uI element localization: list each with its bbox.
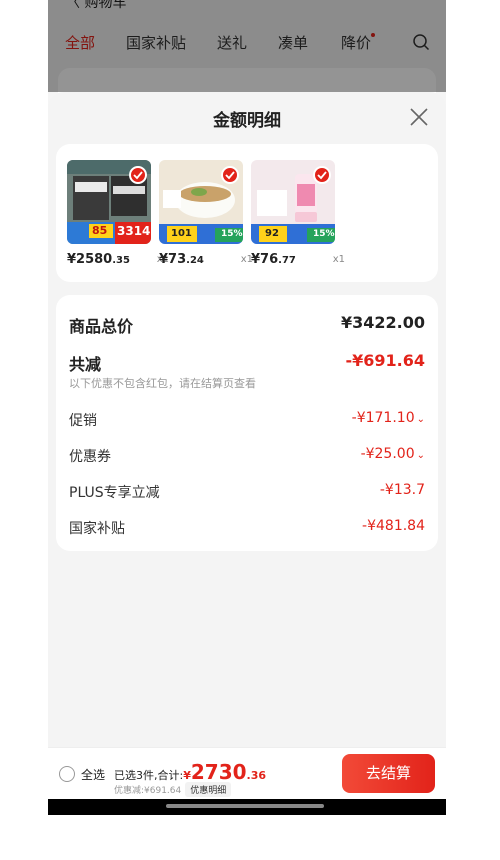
reduce-label: 共减 — [69, 355, 102, 374]
price-decimal: .35 — [112, 255, 130, 266]
phone-screen: 〈 购物车 全部 国家补贴 送礼 凑单 降价 金额明细 85 3314 ¥258… — [48, 0, 446, 815]
discount-summary: 优惠减:¥691.64 优惠明细 — [114, 782, 232, 797]
total-row: 商品总价 ¥3422.00 — [69, 313, 425, 336]
chevron-down-icon: ⌄ — [416, 414, 425, 425]
selected-check-icon — [313, 166, 331, 184]
product-price-row: ¥2580.35 x1 — [67, 252, 169, 272]
selected-check-icon — [221, 166, 239, 184]
promo-row[interactable]: 促销 -¥171.10 ⌄ — [69, 410, 425, 430]
coupon-label: 优惠券 — [69, 449, 111, 465]
promo-value: -¥171.10 — [351, 410, 415, 426]
price-integer: ¥73 — [159, 252, 187, 267]
badge-small: 15% — [313, 229, 335, 239]
badge-price: 3314 — [117, 224, 151, 238]
price-decimal: .77 — [278, 255, 296, 266]
subsidy-label: 国家补贴 — [69, 521, 125, 537]
product-price-row: ¥76.77 x1 — [251, 252, 345, 272]
dim-overlay[interactable] — [48, 0, 446, 92]
product-item[interactable]: 85 3314 ¥2580.35 x1 — [67, 160, 169, 267]
total-integer: 2730 — [190, 760, 247, 784]
select-all-radio[interactable] — [59, 766, 75, 782]
price-summary-card: 商品总价 ¥3422.00 共减 -¥691.64 以下优惠不包含红包，请在结算… — [56, 295, 438, 551]
product-image: 92 15% — [251, 160, 335, 244]
price-integer: ¥76 — [251, 252, 279, 267]
products-card: 85 3314 ¥2580.35 x1 101 15% ¥73.24 x1 92… — [56, 144, 438, 282]
promo-label: 促销 — [69, 413, 97, 429]
total-label: 商品总价 — [69, 317, 134, 336]
discount-text: 优惠减:¥691.64 — [114, 786, 182, 796]
reduce-note: 以下优惠不包含红包，请在结算页查看 — [69, 377, 256, 390]
discount-detail-button[interactable]: 优惠明细 — [185, 782, 232, 797]
total-value: ¥3422.00 — [340, 313, 425, 332]
badge-small: 85 — [92, 224, 108, 237]
product-item[interactable]: 92 15% ¥76.77 x1 — [251, 160, 345, 267]
product-image: 101 15% — [159, 160, 243, 244]
price-decimal: .24 — [186, 255, 204, 266]
selected-check-icon — [129, 166, 147, 184]
total-yen: ¥ — [183, 769, 191, 782]
product-image: 85 3314 — [67, 160, 151, 244]
badge-small: 15% — [221, 229, 243, 239]
subsidy-value: -¥481.84 — [362, 518, 425, 534]
home-indicator[interactable] — [166, 804, 324, 808]
sheet-title: 金额明细 — [213, 111, 281, 131]
reduce-row: 共减 -¥691.64 以下优惠不包含红包，请在结算页查看 — [69, 351, 425, 395]
reduce-value: -¥691.64 — [345, 351, 425, 370]
coupon-value: -¥25.00 — [360, 446, 415, 462]
amount-detail-sheet: 金额明细 85 3314 ¥2580.35 x1 101 15% ¥73.24 … — [48, 92, 446, 747]
selected-text: 已选3件,合计: — [114, 769, 184, 782]
subsidy-row: 国家补贴 -¥481.84 — [69, 518, 425, 538]
checkout-button[interactable]: 去结算 — [342, 754, 435, 793]
plus-row: PLUS专享立减 -¥13.7 — [69, 482, 425, 502]
plus-value: -¥13.7 — [379, 482, 425, 498]
quantity: x1 — [332, 254, 345, 265]
checkout-bar: 全选 已选3件,合计:¥2730.36 优惠减:¥691.64 优惠明细 去结算 — [48, 747, 446, 799]
selected-summary: 已选3件,合计:¥2730.36 — [114, 760, 266, 784]
plus-label: PLUS专享立减 — [69, 485, 160, 501]
badge-price: 92 — [265, 228, 279, 239]
badge-price: 101 — [171, 228, 192, 239]
close-icon[interactable] — [406, 104, 432, 130]
coupon-row[interactable]: 优惠券 -¥25.00 ⌄ — [69, 446, 425, 466]
price-integer: ¥2580 — [67, 252, 113, 267]
chevron-down-icon: ⌄ — [416, 450, 425, 461]
total-decimal: .36 — [246, 769, 267, 782]
select-all-label[interactable]: 全选 — [81, 766, 105, 783]
product-item[interactable]: 101 15% ¥73.24 x1 — [159, 160, 253, 267]
product-price-row: ¥73.24 x1 — [159, 252, 253, 272]
